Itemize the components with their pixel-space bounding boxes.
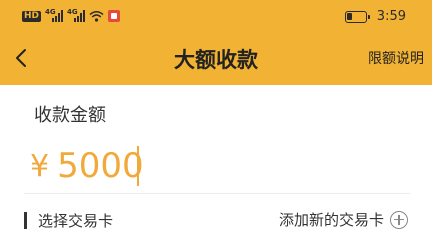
- signal-tag: 4G: [67, 8, 78, 16]
- status-time: 3:59: [376, 9, 406, 24]
- currency-symbol: ¥: [30, 148, 50, 184]
- hd-badge: HD: [22, 10, 42, 22]
- status-left: HD 4G 4G: [22, 8, 121, 23]
- signal-icon: 4G: [67, 8, 86, 22]
- status-right: 3:59: [344, 9, 406, 24]
- limit-info-link[interactable]: 限额说明: [368, 48, 424, 68]
- amount-label: 收款金额: [34, 105, 106, 126]
- plus-circle-icon: [390, 210, 408, 229]
- section-marker: [24, 212, 27, 229]
- wifi-icon: [89, 11, 104, 22]
- status-bar: HD 4G 4G 3:59: [0, 0, 432, 34]
- divider: [24, 193, 410, 194]
- amount-value: 5000: [57, 146, 144, 186]
- notification-icon: [108, 10, 121, 22]
- signal-icon: 4G: [45, 8, 64, 22]
- add-card-label: 添加新的交易卡: [278, 211, 384, 229]
- add-card-button[interactable]: 添加新的交易卡: [279, 209, 408, 230]
- signal-tag: 4G: [45, 8, 56, 16]
- amount-input[interactable]: ¥ 5000: [30, 142, 144, 190]
- select-card-label: 选择交易卡: [38, 212, 114, 230]
- battery-icon: [344, 10, 370, 23]
- text-cursor: [137, 146, 139, 186]
